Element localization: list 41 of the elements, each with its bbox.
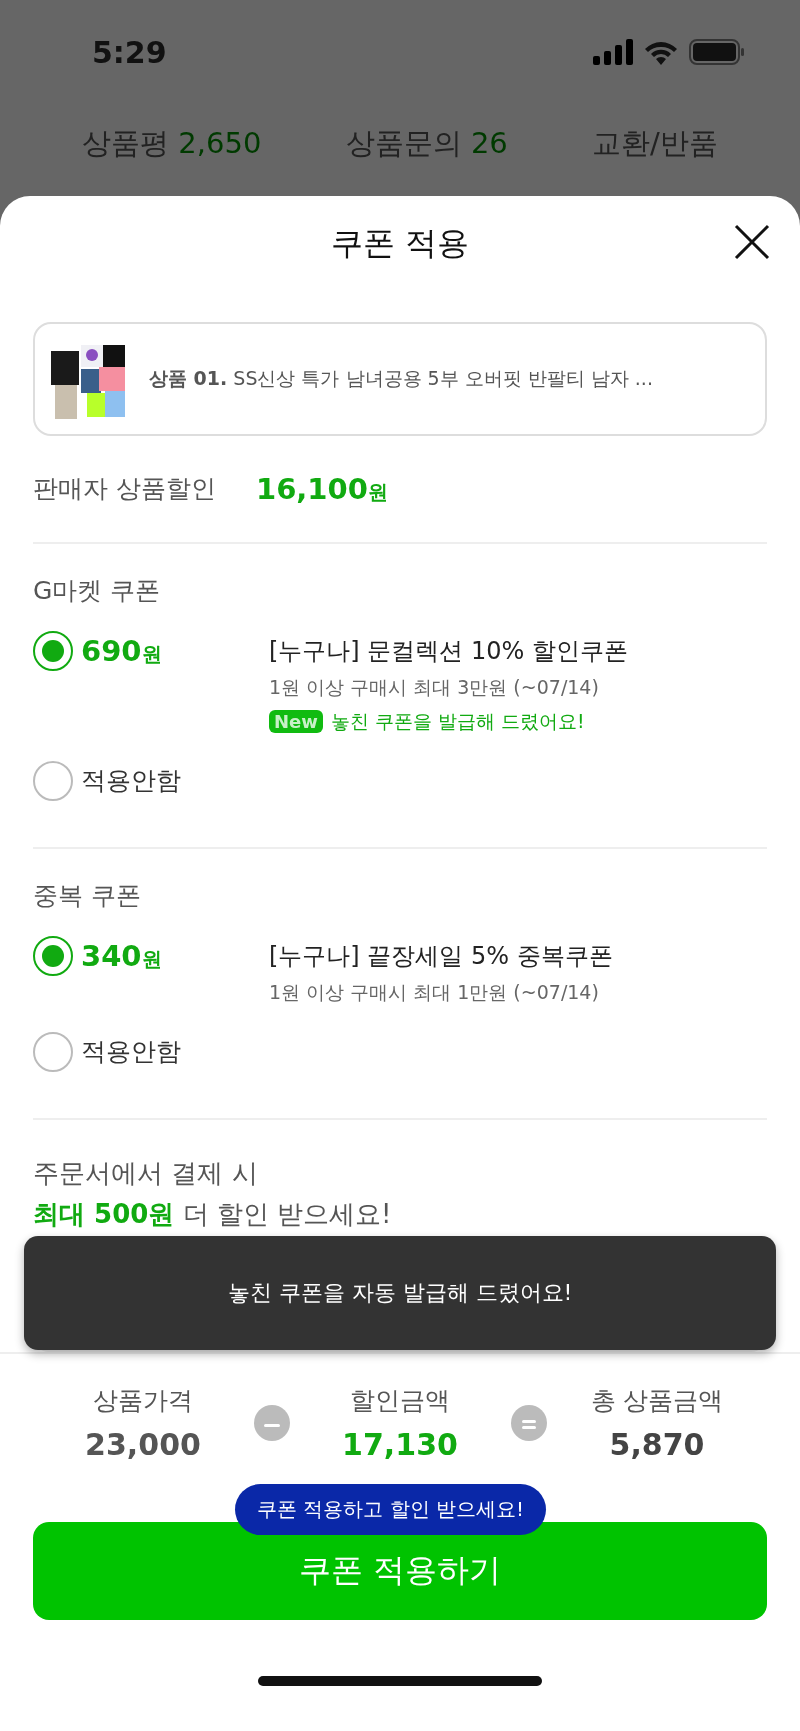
- coupon-name: [누구나] 끝장세일 5% 중복쿠폰: [269, 940, 613, 972]
- tab[interactable]: 교환/반품: [592, 124, 718, 164]
- summary-value: 17,130: [342, 1426, 458, 1462]
- summary-label: 할인금액: [350, 1384, 450, 1417]
- radio-button[interactable]: [33, 630, 73, 671]
- apply-coupon-button[interactable]: 쿠폰 적용하기: [33, 1521, 767, 1620]
- status-time: 5:29: [92, 34, 167, 70]
- radio-label: 적용안함: [81, 1035, 181, 1068]
- summary-value: 23,000: [85, 1426, 201, 1462]
- radio-button[interactable]: [33, 760, 73, 801]
- coupon-amount: 690원: [81, 632, 163, 670]
- new-badge: New: [269, 710, 323, 734]
- close-button[interactable]: [732, 222, 772, 262]
- coupon-condition: 1원 이상 구매시 최대 3만원 (~07/14): [269, 674, 600, 700]
- section-title: G마켓 쿠폰: [33, 574, 162, 607]
- product-name: 상품 01. SS신상 특가 남녀공용 5부 오버핏 반팔티 남자 ...: [149, 365, 653, 391]
- radio-button[interactable]: [33, 935, 73, 976]
- tab[interactable]: 상품평 2,650: [82, 124, 262, 164]
- radio-button[interactable]: [33, 1031, 73, 1072]
- equals-icon: [510, 1404, 547, 1441]
- battery-icon: [689, 39, 745, 65]
- coupon-note: 놓친 쿠폰을 발급해 드렸어요!: [330, 708, 585, 734]
- coupon-name: [누구나] 문컬렉션 10% 할인쿠폰: [269, 635, 628, 667]
- wifi-icon: [643, 39, 679, 65]
- signal-icon: [593, 39, 633, 65]
- summary-label: 총 상품금액: [590, 1384, 724, 1417]
- coupon-condition: 1원 이상 구매시 최대 1만원 (~07/14): [269, 979, 600, 1005]
- promo-text: 주문서에서 결제 시: [33, 1156, 259, 1190]
- tab[interactable]: 상품문의 26: [345, 124, 508, 164]
- summary-label: 상품가격: [93, 1384, 193, 1417]
- minus-icon: [253, 1404, 290, 1441]
- summary-value: 5,870: [609, 1426, 705, 1462]
- coupon-amount: 340원: [81, 937, 163, 975]
- radio-label: 적용안함: [81, 764, 181, 797]
- tooltip: 쿠폰 적용하고 할인 받으세요!: [235, 1483, 547, 1535]
- promo-text: 최대 500원 더 할인 받으세요!: [33, 1197, 393, 1231]
- section-title: 중복 쿠폰: [33, 879, 142, 912]
- seller-discount-amount: 16,100원: [255, 471, 388, 506]
- toast-message: 놓친 쿠폰을 자동 발급해 드렸어요!: [24, 1236, 776, 1350]
- sheet-title: 쿠폰 적용: [330, 222, 470, 264]
- seller-discount-label: 판매자 상품할인: [33, 473, 216, 506]
